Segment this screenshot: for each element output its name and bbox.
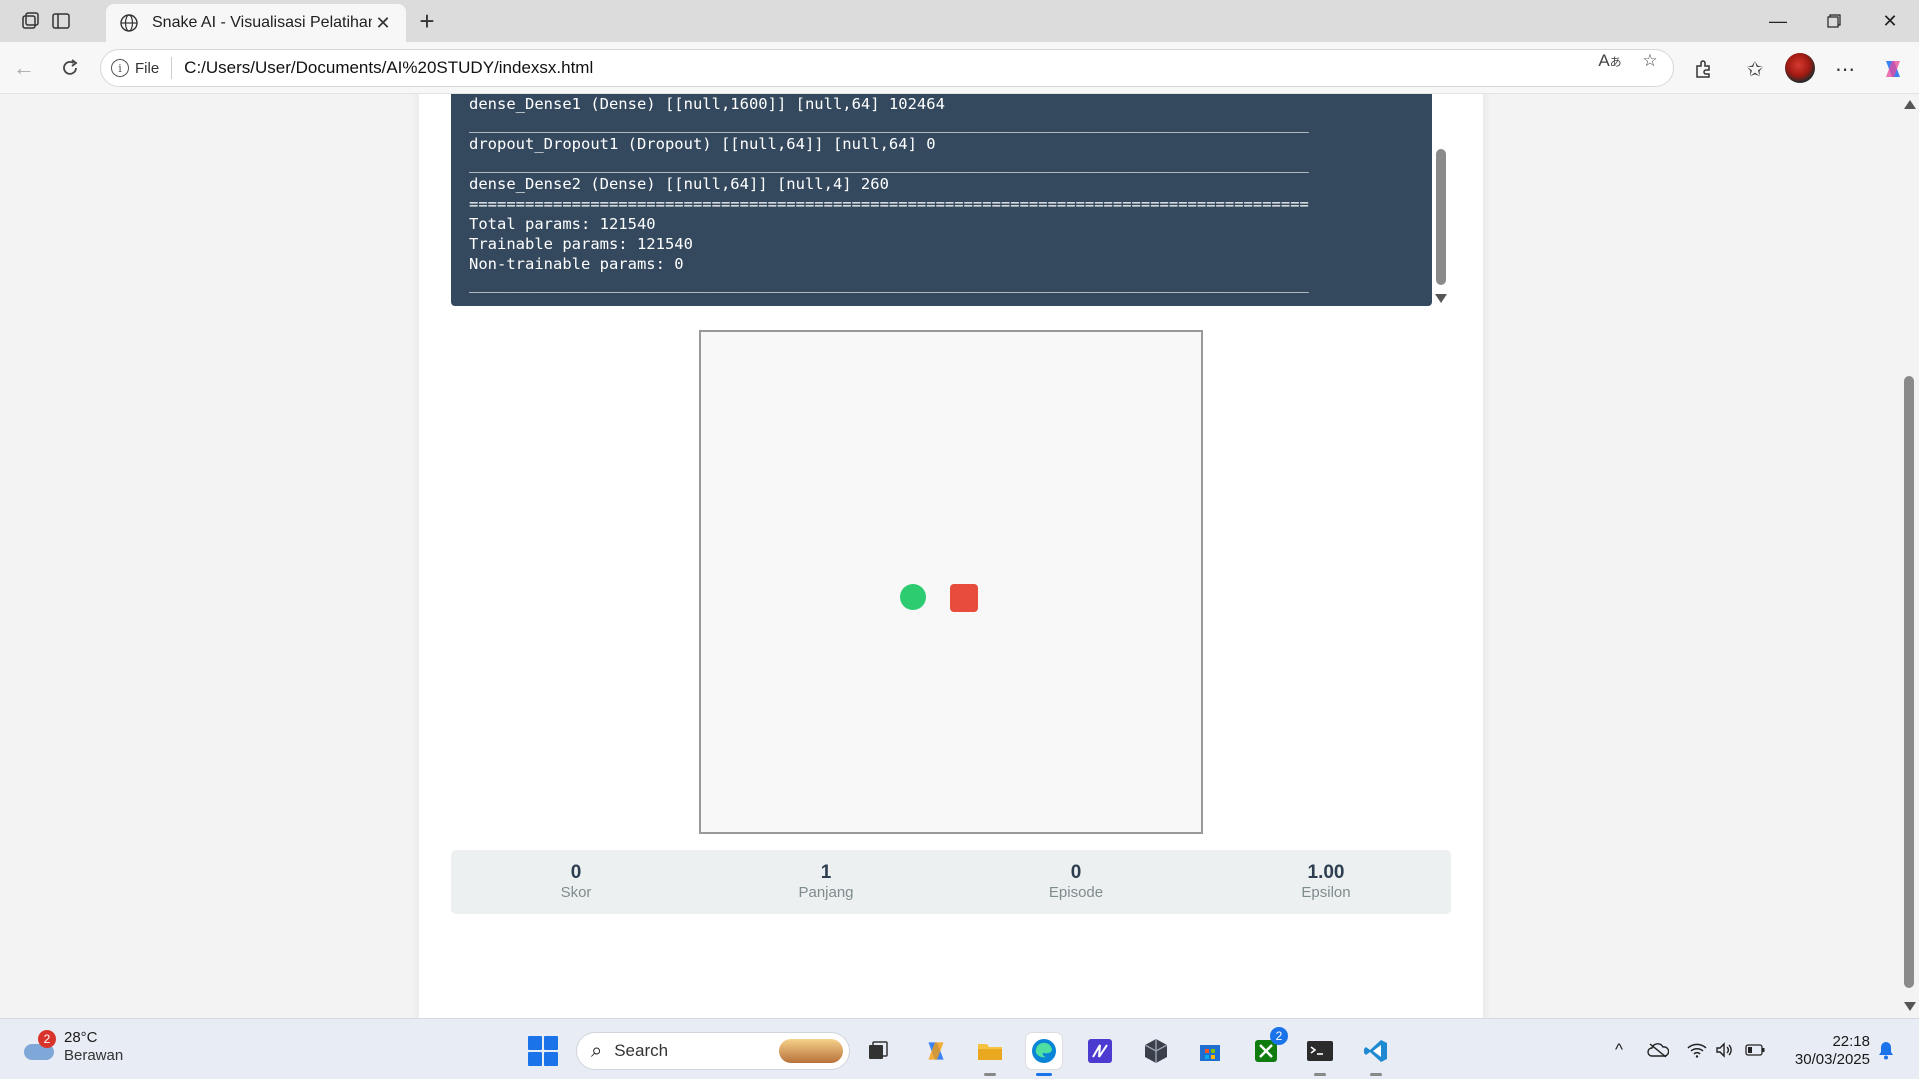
console-scroll-down-icon[interactable] [1435, 294, 1447, 303]
weather-condition: Berawan [64, 1047, 124, 1064]
visual-studio-icon[interactable] [1082, 1033, 1118, 1069]
site-info-icon[interactable]: i [111, 59, 129, 77]
search-icon: ⌕ [591, 1039, 603, 1062]
page-scroll-thumb[interactable] [1904, 376, 1914, 988]
summary-line: Total params: 121540 [469, 215, 656, 233]
new-tab-button[interactable]: + [412, 6, 442, 36]
weather-widget[interactable]: 2 28°C Berawan [22, 1029, 123, 1065]
stats-panel: 0 Skor 1 Panjang 0 Episode 1.00 Epsilon [451, 850, 1451, 914]
game-board [699, 330, 1203, 834]
summary-line: Non-trainable params: 0 [469, 255, 684, 273]
vertical-tabs-icon[interactable] [44, 7, 78, 35]
console-scroll-thumb[interactable] [1436, 149, 1446, 285]
extensions-icon[interactable] [1686, 53, 1720, 85]
summary-line: ________________________________________… [469, 115, 1309, 133]
summary-line: ________________________________________… [469, 155, 1309, 173]
episode-label: Episode [1048, 884, 1104, 901]
system-clock[interactable]: 22:18 30/03/2025 [1780, 1033, 1870, 1069]
stat-episode: 0 Episode [976, 862, 1176, 902]
epsilon-label: Epsilon [1301, 884, 1351, 901]
score-label: Skor [560, 884, 592, 901]
restore-button[interactable] [1806, 0, 1862, 42]
episode-value: 0 [1070, 862, 1082, 883]
favorite-star-icon[interactable]: ☆ [1634, 51, 1666, 71]
browser-tab-bar: Snake AI - Visualisasi Pelatihan ✕ + — ✕ [0, 0, 1919, 42]
xbox-badge: 2 [1270, 1027, 1288, 1045]
summary-line: Trainable params: 121540 [469, 235, 693, 253]
file-explorer-icon[interactable] [972, 1033, 1008, 1076]
search-placeholder: Search [614, 1041, 669, 1060]
snake-head [950, 584, 978, 612]
more-options-icon[interactable]: ⋯ [1828, 53, 1862, 85]
volume-icon[interactable] [1714, 1039, 1736, 1061]
scroll-up-icon[interactable] [1904, 100, 1916, 109]
unity-icon[interactable] [1138, 1033, 1174, 1069]
summary-line: ========================================… [469, 195, 1309, 213]
weather-temp: 28°C [64, 1029, 98, 1046]
page-scrollbar[interactable] [1900, 94, 1919, 1018]
file-label: File [135, 59, 160, 77]
length-label: Panjang [798, 884, 854, 901]
battery-icon[interactable] [1744, 1039, 1766, 1061]
score-value: 0 [570, 862, 582, 883]
active-tab[interactable]: Snake AI - Visualisasi Pelatihan ✕ [106, 4, 406, 42]
address-bar[interactable]: i File C:/Users/User/Documents/AI%20STUD… [100, 49, 1674, 87]
vscode-icon[interactable] [1358, 1033, 1394, 1076]
edge-browser-icon[interactable] [1026, 1033, 1062, 1076]
onedrive-icon[interactable] [1646, 1039, 1670, 1061]
clock-time: 22:18 [1832, 1033, 1870, 1050]
stat-score: 0 Skor [476, 862, 676, 902]
url-text[interactable]: C:/Users/User/Documents/AI%20STUDY/index… [184, 58, 593, 78]
taskbar: 2 28°C Berawan ⌕ Search 2 ^ 22:18 30/03/… [0, 1018, 1919, 1079]
length-value: 1 [820, 862, 832, 883]
summary-line: dense_Dense1 (Dense) [[null,1600]] [null… [469, 95, 945, 113]
summary-line: ________________________________________… [469, 275, 1309, 293]
search-highlight-image [779, 1039, 843, 1063]
start-button[interactable] [528, 1036, 558, 1066]
show-hidden-icons-icon[interactable]: ^ [1608, 1039, 1630, 1061]
stat-length: 1 Panjang [726, 862, 926, 902]
console-scrollbar[interactable] [1432, 94, 1450, 306]
weather-cloud-icon: 2 [22, 1030, 58, 1062]
summary-line: dense_Dense2 (Dense) [[null,64]] [null,4… [469, 175, 889, 193]
epsilon-value: 1.00 [1307, 862, 1345, 883]
refresh-button[interactable] [52, 52, 88, 84]
close-tab-icon[interactable]: ✕ [372, 12, 394, 34]
browser-toolbar: ← i File C:/Users/User/Documents/AI%20ST… [0, 42, 1919, 94]
workspaces-icon[interactable] [14, 7, 48, 35]
model-summary-console: dense_Dense1 (Dense) [[null,1600]] [null… [451, 94, 1432, 306]
minimize-button[interactable]: — [1750, 0, 1806, 42]
model-summary-text: dense_Dense1 (Dense) [[null,1600]] [null… [451, 94, 1432, 294]
back-button[interactable]: ← [6, 52, 42, 84]
microsoft-store-icon[interactable] [1192, 1033, 1228, 1069]
read-aloud-icon[interactable]: Aあ [1594, 51, 1626, 71]
copilot-icon[interactable] [1876, 53, 1910, 85]
clock-date: 30/03/2025 [1794, 1051, 1870, 1068]
close-window-button[interactable]: ✕ [1862, 0, 1918, 42]
stat-epsilon: 1.00 Epsilon [1226, 862, 1426, 902]
food [900, 584, 926, 610]
notification-bell-icon[interactable] [1875, 1039, 1897, 1061]
globe-icon [118, 12, 140, 34]
tab-title: Snake AI - Visualisasi Pelatihan [152, 14, 372, 31]
taskbar-search[interactable]: ⌕ Search [576, 1032, 850, 1070]
weather-badge: 2 [38, 1030, 56, 1048]
xbox-icon[interactable]: 2 [1248, 1027, 1288, 1069]
profile-avatar[interactable] [1785, 53, 1815, 83]
terminal-icon[interactable] [1302, 1033, 1338, 1076]
address-separator [171, 57, 173, 79]
main-card: dense_Dense1 (Dense) [[null,1600]] [null… [419, 94, 1483, 1018]
summary-line: dropout_Dropout1 (Dropout) [[null,64]] [… [469, 135, 936, 153]
task-view-icon[interactable] [860, 1033, 896, 1069]
copilot-app-icon[interactable] [918, 1033, 954, 1069]
favorites-icon[interactable]: ✩ [1738, 53, 1772, 85]
scroll-down-icon[interactable] [1904, 1002, 1916, 1011]
wifi-icon[interactable] [1686, 1039, 1708, 1061]
page-viewport: dense_Dense1 (Dense) [[null,1600]] [null… [0, 94, 1900, 1018]
